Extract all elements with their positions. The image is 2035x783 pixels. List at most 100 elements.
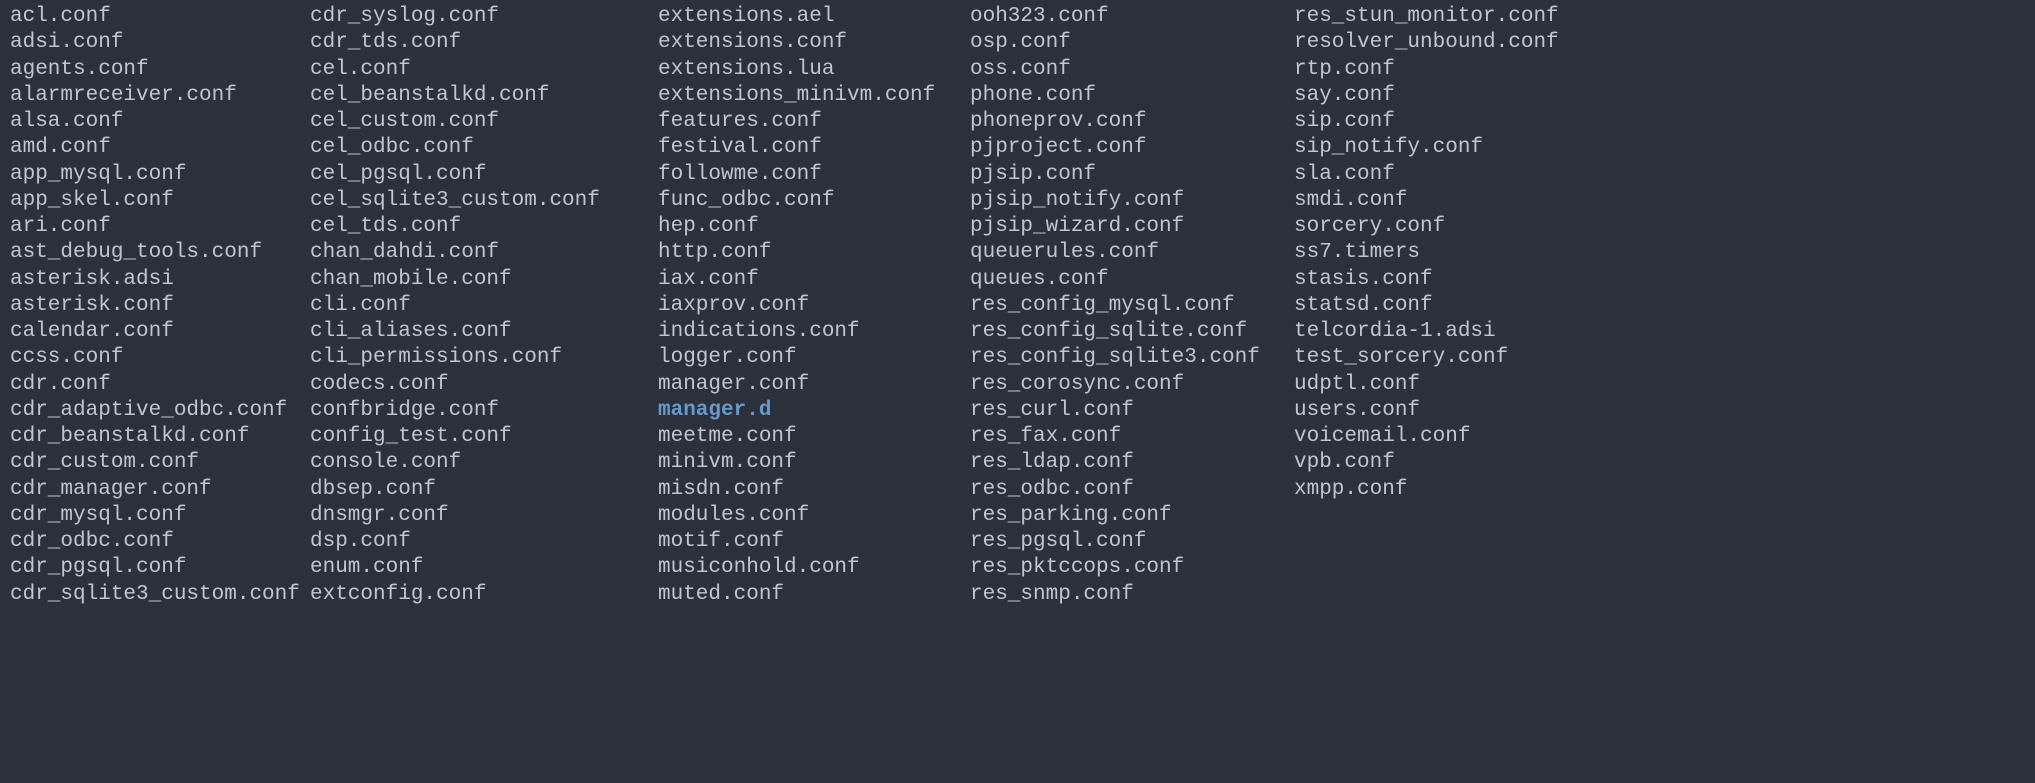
file-entry: cdr_sqlite3_custom.conf bbox=[10, 582, 310, 608]
file-entry: cdr_syslog.conf bbox=[310, 4, 658, 30]
file-entry: festival.conf bbox=[658, 135, 970, 161]
file-entry: hep.conf bbox=[658, 214, 970, 240]
file-entry: extensions.lua bbox=[658, 57, 970, 83]
file-entry: musiconhold.conf bbox=[658, 555, 970, 581]
file-entry: dnsmgr.conf bbox=[310, 503, 658, 529]
file-entry: sorcery.conf bbox=[1294, 214, 1618, 240]
file-entry: cli.conf bbox=[310, 293, 658, 319]
file-entry: motif.conf bbox=[658, 529, 970, 555]
file-entry: res_corosync.conf bbox=[970, 372, 1294, 398]
file-entry: pjsip_notify.conf bbox=[970, 188, 1294, 214]
file-entry: amd.conf bbox=[10, 135, 310, 161]
file-entry: enum.conf bbox=[310, 555, 658, 581]
file-entry: features.conf bbox=[658, 109, 970, 135]
file-entry: extensions_minivm.conf bbox=[658, 83, 970, 109]
file-entry: udptl.conf bbox=[1294, 372, 1618, 398]
directory-listing: acl.confadsi.confagents.confalarmreceive… bbox=[10, 4, 2025, 608]
file-entry: cel_beanstalkd.conf bbox=[310, 83, 658, 109]
file-entry: queuerules.conf bbox=[970, 240, 1294, 266]
file-entry: minivm.conf bbox=[658, 450, 970, 476]
file-entry: codecs.conf bbox=[310, 372, 658, 398]
listing-column: res_stun_monitor.confresolver_unbound.co… bbox=[1294, 4, 1618, 608]
file-entry: sip.conf bbox=[1294, 109, 1618, 135]
file-entry: asterisk.adsi bbox=[10, 267, 310, 293]
file-entry: res_stun_monitor.conf bbox=[1294, 4, 1618, 30]
file-entry: cli_permissions.conf bbox=[310, 345, 658, 371]
file-entry: config_test.conf bbox=[310, 424, 658, 450]
file-entry: ari.conf bbox=[10, 214, 310, 240]
file-entry: extensions.ael bbox=[658, 4, 970, 30]
file-entry: cdr_adaptive_odbc.conf bbox=[10, 398, 310, 424]
file-entry: modules.conf bbox=[658, 503, 970, 529]
file-entry: chan_dahdi.conf bbox=[310, 240, 658, 266]
file-entry: app_skel.conf bbox=[10, 188, 310, 214]
file-entry: app_mysql.conf bbox=[10, 162, 310, 188]
file-entry: users.conf bbox=[1294, 398, 1618, 424]
file-entry: calendar.conf bbox=[10, 319, 310, 345]
file-entry: res_ldap.conf bbox=[970, 450, 1294, 476]
directory-entry: manager.d bbox=[658, 398, 970, 424]
file-entry: vpb.conf bbox=[1294, 450, 1618, 476]
file-entry: alsa.conf bbox=[10, 109, 310, 135]
file-entry: res_config_mysql.conf bbox=[970, 293, 1294, 319]
file-entry: cel_sqlite3_custom.conf bbox=[310, 188, 658, 214]
file-entry: chan_mobile.conf bbox=[310, 267, 658, 293]
file-entry: test_sorcery.conf bbox=[1294, 345, 1618, 371]
file-entry: res_curl.conf bbox=[970, 398, 1294, 424]
file-entry: phone.conf bbox=[970, 83, 1294, 109]
file-entry: cdr_pgsql.conf bbox=[10, 555, 310, 581]
file-entry: asterisk.conf bbox=[10, 293, 310, 319]
file-entry: cdr_mysql.conf bbox=[10, 503, 310, 529]
file-entry: say.conf bbox=[1294, 83, 1618, 109]
listing-column: ooh323.confosp.confoss.confphone.confpho… bbox=[970, 4, 1294, 608]
file-entry: xmpp.conf bbox=[1294, 477, 1618, 503]
listing-column: cdr_syslog.confcdr_tds.confcel.confcel_b… bbox=[310, 4, 658, 608]
file-entry: dsp.conf bbox=[310, 529, 658, 555]
file-entry: osp.conf bbox=[970, 30, 1294, 56]
file-entry: res_pktccops.conf bbox=[970, 555, 1294, 581]
file-entry: cdr_manager.conf bbox=[10, 477, 310, 503]
file-entry: cdr_beanstalkd.conf bbox=[10, 424, 310, 450]
file-entry: console.conf bbox=[310, 450, 658, 476]
file-entry: telcordia-1.adsi bbox=[1294, 319, 1618, 345]
file-entry: res_fax.conf bbox=[970, 424, 1294, 450]
file-entry: res_config_sqlite.conf bbox=[970, 319, 1294, 345]
file-entry: acl.conf bbox=[10, 4, 310, 30]
file-entry: queues.conf bbox=[970, 267, 1294, 293]
file-entry: resolver_unbound.conf bbox=[1294, 30, 1618, 56]
file-entry: alarmreceiver.conf bbox=[10, 83, 310, 109]
file-entry: ooh323.conf bbox=[970, 4, 1294, 30]
file-entry: cel_tds.conf bbox=[310, 214, 658, 240]
file-entry: pjsip.conf bbox=[970, 162, 1294, 188]
file-entry: cel_odbc.conf bbox=[310, 135, 658, 161]
file-entry: stasis.conf bbox=[1294, 267, 1618, 293]
file-entry: res_config_sqlite3.conf bbox=[970, 345, 1294, 371]
file-entry: res_pgsql.conf bbox=[970, 529, 1294, 555]
file-entry: cel_pgsql.conf bbox=[310, 162, 658, 188]
file-entry: cel_custom.conf bbox=[310, 109, 658, 135]
file-entry: dbsep.conf bbox=[310, 477, 658, 503]
file-entry: cdr_odbc.conf bbox=[10, 529, 310, 555]
file-entry: cdr_tds.conf bbox=[310, 30, 658, 56]
file-entry: meetme.conf bbox=[658, 424, 970, 450]
listing-column: extensions.aelextensions.confextensions.… bbox=[658, 4, 970, 608]
file-entry: indications.conf bbox=[658, 319, 970, 345]
file-entry: ss7.timers bbox=[1294, 240, 1618, 266]
file-entry: res_odbc.conf bbox=[970, 477, 1294, 503]
file-entry: cdr_custom.conf bbox=[10, 450, 310, 476]
file-entry: func_odbc.conf bbox=[658, 188, 970, 214]
file-entry: adsi.conf bbox=[10, 30, 310, 56]
file-entry: phoneprov.conf bbox=[970, 109, 1294, 135]
file-entry: res_snmp.conf bbox=[970, 582, 1294, 608]
file-entry: iaxprov.conf bbox=[658, 293, 970, 319]
file-entry: cli_aliases.conf bbox=[310, 319, 658, 345]
file-entry: followme.conf bbox=[658, 162, 970, 188]
file-entry: agents.conf bbox=[10, 57, 310, 83]
file-entry: cel.conf bbox=[310, 57, 658, 83]
listing-column: acl.confadsi.confagents.confalarmreceive… bbox=[10, 4, 310, 608]
file-entry: muted.conf bbox=[658, 582, 970, 608]
file-entry: extconfig.conf bbox=[310, 582, 658, 608]
file-entry: http.conf bbox=[658, 240, 970, 266]
file-entry: sla.conf bbox=[1294, 162, 1618, 188]
file-entry: pjproject.conf bbox=[970, 135, 1294, 161]
